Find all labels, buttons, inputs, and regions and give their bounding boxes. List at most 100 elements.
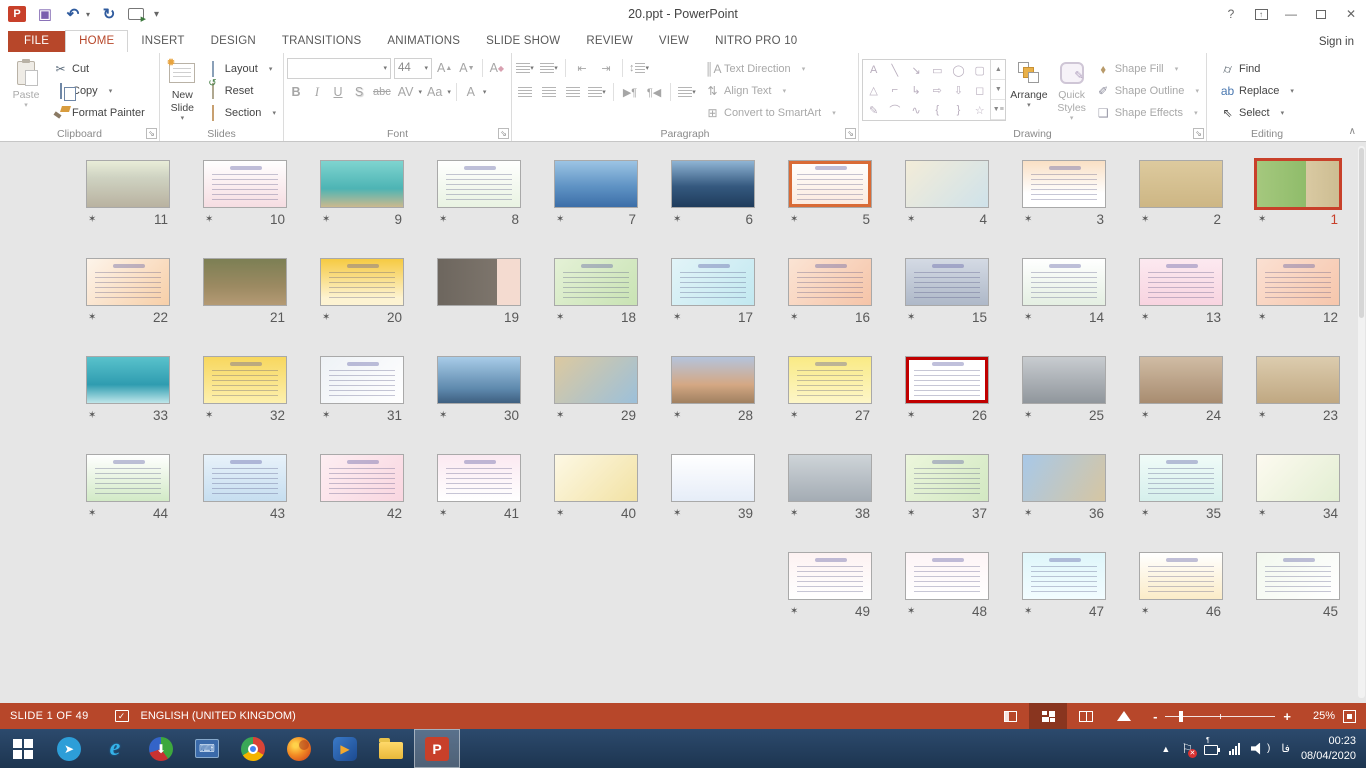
shapes-more-icon[interactable]: ▼≡	[991, 100, 1005, 120]
taskbar-internet-explorer[interactable]: e	[92, 729, 138, 768]
increase-font-size-button[interactable]: A▲	[435, 58, 454, 78]
zoom-percentage[interactable]: 25%	[1301, 710, 1335, 722]
transition-star-icon[interactable]: ✶	[1141, 508, 1149, 519]
clipboard-dialog-launcher-icon[interactable]: ⇘	[146, 128, 157, 139]
taskbar-remote-keyboard[interactable]: ⌨	[184, 729, 230, 768]
format-painter-button[interactable]: Format Painter	[49, 102, 149, 124]
transition-star-icon[interactable]: ✶	[322, 312, 330, 323]
slide-thumbnail-29[interactable]	[554, 356, 638, 404]
transition-star-icon[interactable]: ✶	[322, 214, 330, 225]
transition-star-icon[interactable]: ✶	[1024, 606, 1032, 617]
shapes-scroll-up-icon[interactable]: ▲	[991, 60, 1005, 80]
select-button[interactable]: ⇖Select ▾	[1216, 102, 1298, 124]
slide-thumbnail-36[interactable]	[1022, 454, 1106, 502]
network-signal-icon[interactable]	[1229, 743, 1240, 755]
strikethrough-button[interactable]: abc	[371, 82, 393, 102]
decrease-indent-icon[interactable]: ⇤	[572, 58, 592, 78]
transition-star-icon[interactable]: ✶	[907, 312, 915, 323]
transition-star-icon[interactable]: ✶	[322, 410, 330, 421]
clock[interactable]: 00:23 08/04/2020	[1301, 734, 1356, 764]
clear-formatting-button[interactable]: A◆	[488, 58, 507, 78]
slide-thumbnail-27[interactable]	[788, 356, 872, 404]
underline-button[interactable]: U	[329, 82, 347, 102]
slide-thumbnail-24[interactable]	[1139, 356, 1223, 404]
transition-star-icon[interactable]: ✶	[88, 410, 96, 421]
slide-thumbnail-48[interactable]	[905, 552, 989, 600]
line-spacing-button[interactable]: ↕▾	[629, 58, 649, 78]
slide-thumbnail-26[interactable]	[905, 356, 989, 404]
shape-glyph[interactable]: ✎	[863, 100, 884, 120]
slide-thumbnail-8[interactable]	[437, 160, 521, 208]
minimize-icon[interactable]: —	[1276, 2, 1306, 26]
slide-thumbnail-2[interactable]	[1139, 160, 1223, 208]
transition-star-icon[interactable]: ✶	[1141, 606, 1149, 617]
character-spacing-button[interactable]: AV	[396, 82, 416, 102]
tab-nitro-pro-10[interactable]: NITRO PRO 10	[702, 31, 810, 52]
slide-thumbnail-17[interactable]	[671, 258, 755, 306]
increase-indent-icon[interactable]: ⇥	[596, 58, 616, 78]
quick-styles-button[interactable]: Quick Styles▾	[1052, 56, 1092, 125]
transition-star-icon[interactable]: ✶	[88, 312, 96, 323]
slide-thumbnail-46[interactable]	[1139, 552, 1223, 600]
slide-thumbnail-15[interactable]	[905, 258, 989, 306]
transition-star-icon[interactable]: ✶	[1141, 312, 1149, 323]
transition-star-icon[interactable]: ✶	[790, 214, 798, 225]
shape-glyph[interactable]: ↘	[905, 60, 926, 80]
transition-star-icon[interactable]: ✶	[439, 410, 447, 421]
slide-thumbnail-40[interactable]	[554, 454, 638, 502]
font-name-combobox[interactable]: ▾	[287, 58, 391, 79]
slide-thumbnail-37[interactable]	[905, 454, 989, 502]
slide-thumbnail-35[interactable]	[1139, 454, 1223, 502]
shape-glyph[interactable]: ▢	[969, 60, 990, 80]
shape-outline-button[interactable]: ✐Shape Outline ▾	[1092, 80, 1203, 102]
shape-glyph[interactable]: }	[948, 100, 969, 120]
transition-star-icon[interactable]: ✶	[673, 214, 681, 225]
slide-thumbnail-47[interactable]	[1022, 552, 1106, 600]
slide-sorter-view-button[interactable]	[1029, 703, 1067, 729]
input-language-indicator[interactable]: فا	[1281, 742, 1290, 755]
transition-star-icon[interactable]: ✶	[1258, 410, 1266, 421]
decrease-font-size-button[interactable]: A▼	[457, 58, 476, 78]
slide-thumbnail-42[interactable]	[320, 454, 404, 502]
change-case-button[interactable]: Aa	[425, 82, 444, 102]
bold-button[interactable]: B	[287, 82, 305, 102]
copy-button[interactable]: Copy ▾	[49, 80, 149, 102]
customize-qat-icon[interactable]: ▾	[154, 9, 159, 20]
shape-glyph[interactable]: ⌐	[884, 80, 905, 100]
transition-star-icon[interactable]: ✶	[790, 312, 798, 323]
align-center-icon[interactable]	[539, 82, 559, 102]
slide-thumbnail-44[interactable]	[86, 454, 170, 502]
transition-star-icon[interactable]: ✶	[88, 508, 96, 519]
bullets-button[interactable]: ▾	[515, 58, 535, 78]
slide-thumbnail-38[interactable]	[788, 454, 872, 502]
transition-star-icon[interactable]: ✶	[556, 214, 564, 225]
font-size-combobox[interactable]: 44▾	[394, 58, 432, 79]
slide-thumbnail-21[interactable]	[203, 258, 287, 306]
transition-star-icon[interactable]: ✶	[1141, 410, 1149, 421]
slide-thumbnail-10[interactable]	[203, 160, 287, 208]
shapes-scroll-down-icon[interactable]: ▼	[991, 80, 1005, 100]
taskbar-telegram[interactable]: ➤	[46, 729, 92, 768]
volume-icon[interactable]	[1251, 743, 1264, 755]
shape-glyph[interactable]: ☆	[969, 100, 990, 120]
slide-thumbnail-18[interactable]	[554, 258, 638, 306]
find-button[interactable]: ⌭Find	[1216, 58, 1298, 80]
slide-thumbnail-16[interactable]	[788, 258, 872, 306]
show-hidden-icons-icon[interactable]: ▲	[1161, 744, 1170, 754]
shape-fill-button[interactable]: ⬧Shape Fill ▾	[1092, 58, 1203, 80]
slide-thumbnail-14[interactable]	[1022, 258, 1106, 306]
paste-button[interactable]: Paste▾	[3, 56, 49, 125]
slide-thumbnail-5[interactable]	[788, 160, 872, 208]
transition-star-icon[interactable]: ✶	[907, 410, 915, 421]
transition-star-icon[interactable]: ✶	[205, 214, 213, 225]
transition-star-icon[interactable]: ✶	[673, 508, 681, 519]
shapes-gallery-scrollbar[interactable]: ▲ ▼ ▼≡	[990, 60, 1005, 120]
numbering-button[interactable]: ▾	[539, 58, 559, 78]
transition-star-icon[interactable]: ✶	[439, 508, 447, 519]
tab-review[interactable]: REVIEW	[573, 31, 646, 52]
shape-glyph[interactable]: ∿	[905, 100, 926, 120]
transition-star-icon[interactable]: ✶	[1024, 214, 1032, 225]
taskbar-firefox[interactable]	[276, 729, 322, 768]
transition-star-icon[interactable]: ✶	[907, 508, 915, 519]
tab-design[interactable]: DESIGN	[198, 31, 269, 52]
